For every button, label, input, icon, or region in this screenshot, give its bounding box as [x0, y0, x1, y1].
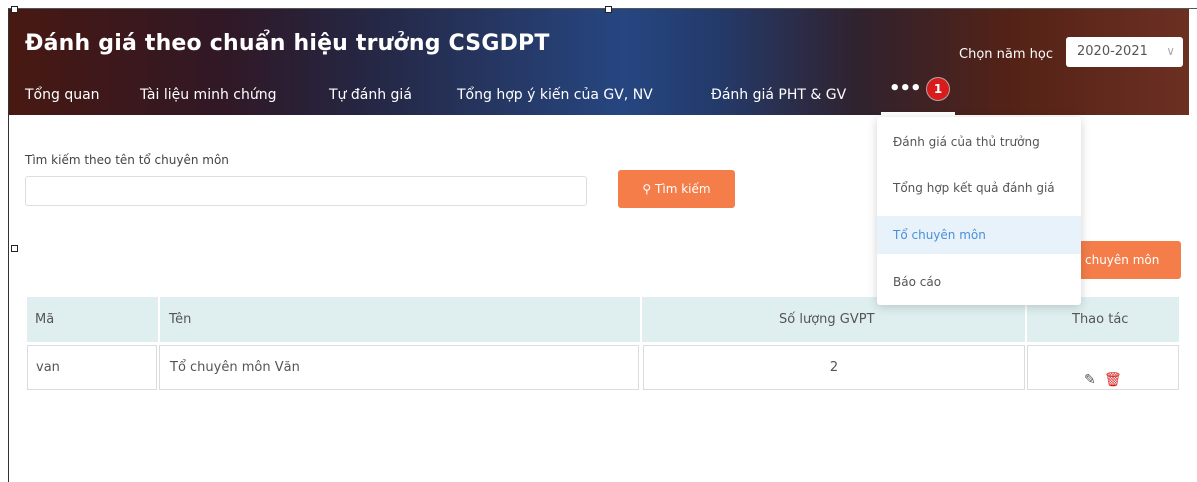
resize-handle-top-middle[interactable] [605, 6, 612, 13]
resize-handle-middle-left[interactable] [11, 245, 18, 252]
step-badge-1: 1 [927, 78, 949, 100]
search-button-label: Tìm kiếm [655, 182, 711, 196]
add-department-button[interactable]: chuyên môn [1071, 241, 1181, 279]
cell-teacher-count: 2 [643, 345, 1025, 390]
menu-item-departments[interactable]: Tổ chuyên môn [877, 216, 1081, 254]
resize-handle-top-left[interactable] [11, 6, 18, 13]
search-label: Tìm kiếm theo tên tổ chuyên môn [25, 153, 229, 167]
column-header-actions: Thao tác [1072, 312, 1129, 327]
page-title: Đánh giá theo chuẩn hiệu trưởng CSGDPT [25, 31, 550, 56]
column-divider [640, 297, 642, 342]
tab-overview[interactable]: Tổng quan [25, 87, 100, 103]
year-select-value: 2020-2021 [1077, 44, 1148, 59]
column-header-name: Tên [169, 312, 192, 327]
year-label: Chọn năm học [959, 47, 1053, 62]
tab-self-assessment[interactable]: Tự đánh giá [329, 87, 412, 103]
menu-item-evaluation-summary[interactable]: Tổng hợp kết quả đánh giá [877, 169, 1081, 207]
menu-item-principal-evaluation[interactable]: Đánh giá của thủ trưởng [877, 123, 1081, 161]
tab-evidence-documents[interactable]: Tài liệu minh chứng [140, 87, 276, 103]
tab-evaluate-pht-gv[interactable]: Đánh giá PHT & GV [711, 87, 846, 103]
column-header-code: Mã [35, 312, 55, 327]
trash-icon[interactable]: 🗑 [1104, 359, 1122, 402]
search-button[interactable]: ⚲ Tìm kiếm [618, 170, 735, 208]
chevron-down-icon: ∨ [1166, 44, 1175, 58]
menu-item-reports[interactable]: Báo cáo [877, 263, 1081, 301]
cell-code: van [27, 345, 157, 390]
more-dropdown-menu: Đánh giá của thủ trưởng Tổng hợp kết quả… [877, 117, 1081, 305]
search-icon: ⚲ [642, 182, 652, 196]
year-select[interactable]: 2020-2021 ∨ [1066, 37, 1183, 67]
column-divider [158, 297, 160, 342]
column-header-teacher-count: Số lượng GVPT [779, 312, 875, 327]
tab-opinion-summary[interactable]: Tổng hợp ý kiến của GV, NV [457, 87, 653, 103]
cell-name: Tổ chuyên môn Văn [159, 345, 639, 390]
cell-actions: ✎ 🗑 [1027, 345, 1179, 390]
active-tab-underline [881, 112, 955, 115]
app-header: Đánh giá theo chuẩn hiệu trưởng CSGDPT C… [9, 9, 1189, 115]
more-icon: ••• [889, 78, 922, 99]
add-button-label: chuyên môn [1085, 253, 1160, 267]
pencil-icon[interactable]: ✎ [1084, 359, 1096, 402]
table-row: van Tổ chuyên môn Văn 2 ✎ 🗑 [27, 345, 1179, 390]
search-input[interactable] [25, 176, 587, 206]
